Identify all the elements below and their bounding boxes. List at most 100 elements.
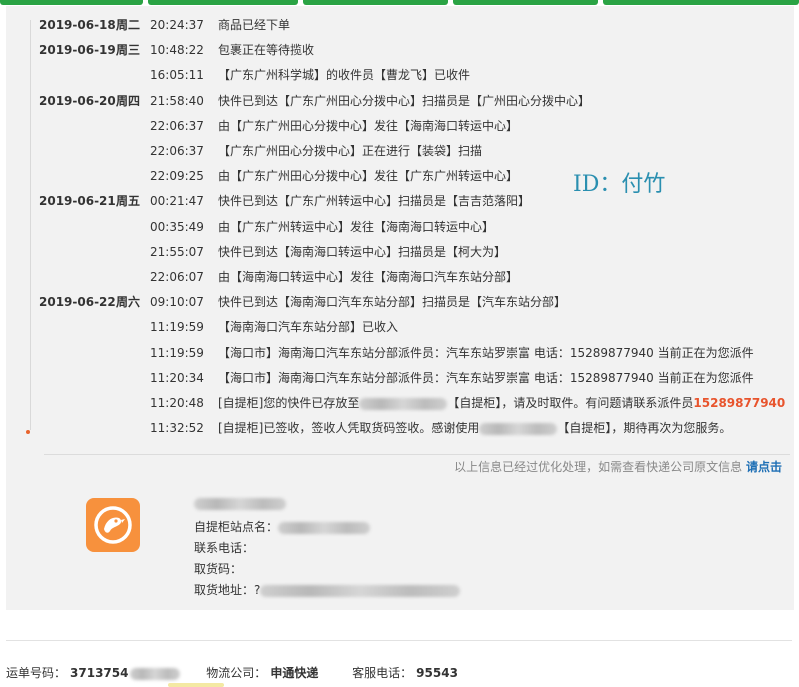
redacted-text — [359, 397, 448, 410]
event-description: 【海口市】海南海口汽车东站分部派件员：汽车东站罗崇富 电话：1528987794… — [218, 369, 754, 387]
event-text: 【广东广州科学城】的收件员【曹龙飞】已收件 — [218, 68, 471, 83]
event-text: 由【广东广州转运中心】发往【海南海口转运中心】 — [218, 219, 495, 234]
event-text: 由【广东广州田心分拨中心】发往【海南海口转运中心】 — [218, 118, 519, 133]
event-time: 21:55:07 — [150, 244, 204, 259]
company-name: 申通快递 — [270, 666, 319, 680]
site-label: 自提柜站点名： — [194, 520, 279, 534]
code-label: 取货码： — [194, 562, 243, 576]
event-description: 包裹正在等待揽收 — [218, 41, 314, 59]
event-date: 2019-06-21 — [39, 194, 116, 209]
event-time: 11:20:34 — [150, 370, 204, 385]
event-description: 快件已到达【海南海口转运中心】扫描员是【柯大为】 — [218, 243, 506, 261]
event-description: 快件已到达【广东广州田心分拨中心】扫描员是【广州田心分拨中心】 — [218, 92, 590, 110]
optimization-notice: 以上信息已经过优化处理，如需查看快递公司原文信息 请点击 — [454, 458, 782, 475]
event-text: 【海南海口汽车东站分部】已收入 — [218, 320, 399, 335]
event-description: 由【广东广州田心分拨中心】发往【广东广州转运中心】 — [218, 167, 518, 185]
divider — [44, 454, 790, 455]
event-date: 2019-06-22 — [39, 295, 116, 310]
tab[interactable] — [453, 0, 598, 5]
event-text: [自提柜]您的快件已存放至 — [218, 396, 360, 410]
locker-site-row: 自提柜站点名： — [194, 518, 371, 535]
event-time: 11:32:52 — [150, 421, 204, 436]
locker-name — [194, 496, 286, 510]
waybill-footer: 运单号码： 3713754 物流公司： 申通快递 客服电话： 95543 — [6, 664, 488, 681]
event-description: 商品已经下单 — [218, 16, 290, 34]
event-text: 【海口市】海南海口汽车东站分部派件员：汽车东站罗崇富 电话：1528987794… — [218, 370, 754, 385]
locker-logo-icon — [86, 498, 140, 552]
event-time: 10:48:22 — [150, 43, 204, 58]
service-label: 客服电话： — [352, 666, 413, 680]
event-time: 22:06:37 — [150, 144, 204, 158]
event-date: 2019-06-18 — [39, 18, 116, 32]
top-tab-bar — [0, 0, 799, 5]
event-description: 【海南海口汽车东站分部】已收入 — [218, 318, 398, 336]
event-time: 00:35:49 — [150, 219, 204, 234]
event-time: 11:20:48 — [150, 396, 204, 410]
event-time: 11:19:59 — [150, 345, 204, 360]
timeline-current-dot — [26, 430, 30, 434]
event-time: 21:58:40 — [150, 93, 204, 108]
event-text: 快件已到达【广东广州田心分拨中心】扫描员是【广州田心分拨中心】 — [218, 93, 591, 108]
event-text: 快件已到达【海南海口转运中心】扫描员是【柯大为】 — [218, 244, 507, 259]
event-description: [自提柜]已签收，签收人凭取货码签收。感谢使用 【自提柜】，期待再次为您服务。 — [218, 419, 731, 437]
event-text: [自提柜]已签收，签收人凭取货码签收。感谢使用 — [218, 421, 480, 436]
redacted-text — [260, 584, 461, 597]
event-text: 快件已到达【海南海口汽车东站分部】扫描员是【汽车东站分部】 — [218, 295, 567, 310]
company-label: 物流公司： — [206, 666, 267, 680]
redacted-text — [278, 521, 371, 534]
event-date: 2019-06-20 — [39, 93, 116, 108]
waybill-group: 运单号码： 3713754 — [6, 664, 181, 681]
event-description: 【广东广州科学城】的收件员【曹龙飞】已收件 — [218, 66, 470, 84]
waybill-number: 3713754 — [70, 666, 129, 680]
event-text: 【自提柜】，期待再次为您服务。 — [557, 421, 732, 436]
divider — [6, 640, 792, 641]
locker-phone-row: 联系电话： — [194, 539, 254, 556]
tab[interactable] — [0, 0, 143, 5]
event-time: 22:06:37 — [150, 118, 204, 133]
event-text: 由【广东广州田心分拨中心】发往【广东广州转运中心】 — [218, 169, 519, 184]
event-description: 快件已到达【海南海口汽车东站分部】扫描员是【汽车东站分部】 — [218, 293, 566, 311]
event-text: 包裹正在等待揽收 — [218, 43, 315, 58]
event-time: 22:09:25 — [150, 169, 204, 184]
event-weekday: 周五 — [116, 194, 141, 209]
company-group: 物流公司： 申通快递 — [206, 664, 318, 681]
locker-address-row: 取货地址：? — [194, 581, 461, 598]
redacted-text — [130, 667, 181, 680]
service-group: 客服电话： 95543 — [352, 664, 458, 681]
watermark-text: ID：付竹 — [573, 172, 666, 197]
event-text: 【自提柜】，请及时取件。有问题请联系派件员 — [447, 396, 694, 410]
phone-label: 联系电话： — [194, 541, 255, 555]
tab[interactable] — [603, 0, 799, 5]
event-time: 22:06:07 — [150, 270, 204, 284]
event-time: 11:19:59 — [150, 320, 204, 335]
event-text: 【海口市】海南海口汽车东站分部派件员：汽车东站罗崇富 电话：1528987794… — [218, 345, 754, 360]
scrollbar-thumb[interactable] — [168, 683, 224, 687]
event-weekday: 周四 — [116, 93, 141, 108]
service-phone: 95543 — [416, 666, 458, 680]
event-text: 快件已到达【广东广州转运中心】扫描员是【吉吉范落阳】 — [218, 194, 531, 209]
event-weekday: 周三 — [116, 43, 141, 58]
event-description: 【海口市】海南海口汽车东站分部派件员：汽车东站罗崇富 电话：1528987794… — [218, 344, 754, 362]
event-time: 09:10:07 — [150, 295, 204, 310]
event-time: 16:05:11 — [150, 68, 204, 83]
tracking-panel: 2019-06-18 周二 20:24:37 商品已经下单 2019-06-19 周三 10… — [6, 6, 794, 610]
event-description: 由【海南海口转运中心】发往【海南海口汽车东站分部】 — [218, 268, 518, 286]
event-description: 由【广东广州田心分拨中心】发往【海南海口转运中心】 — [218, 117, 518, 135]
redacted-text — [194, 497, 286, 510]
event-description: [自提柜]您的快件已存放至 【自提柜】，请及时取件。有问题请联系派件员152898… — [218, 394, 785, 412]
event-weekday: 周六 — [116, 295, 141, 310]
event-description: 【广东广州田心分拨中心】正在进行【装袋】扫描 — [218, 142, 482, 160]
locker-code-row: 取货码： — [194, 560, 242, 577]
courier-phone-highlight: 15289877940 — [693, 396, 786, 410]
notice-text: 以上信息已经过优化处理，如需查看快递公司原文信息 — [454, 460, 746, 474]
event-text: 【广东广州田心分拨中心】正在进行【装袋】扫描 — [218, 144, 483, 158]
tab[interactable] — [303, 0, 448, 5]
event-text: 由【海南海口转运中心】发往【海南海口汽车东站分部】 — [218, 270, 519, 284]
timeline-line — [30, 20, 31, 430]
event-description: 快件已到达【广东广州转运中心】扫描员是【吉吉范落阳】 — [218, 192, 530, 210]
event-text: 商品已经下单 — [218, 18, 291, 32]
event-weekday: 周二 — [116, 18, 141, 32]
view-original-link[interactable]: 请点击 — [746, 460, 782, 474]
tab[interactable] — [148, 0, 298, 5]
event-time: 20:24:37 — [150, 18, 204, 32]
